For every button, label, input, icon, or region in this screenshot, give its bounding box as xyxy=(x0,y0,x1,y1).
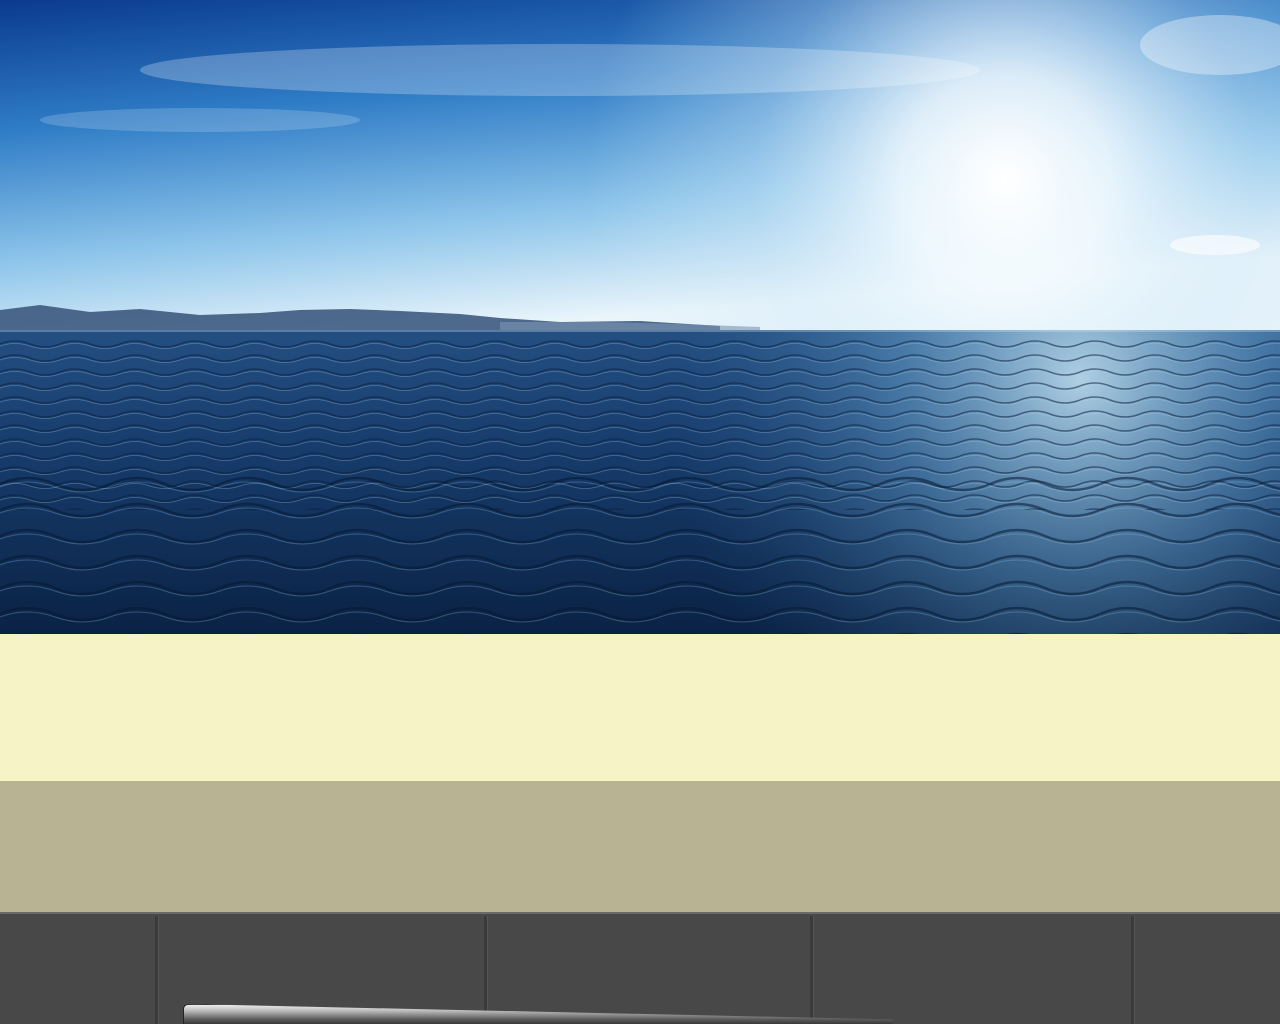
seascape-banner-image xyxy=(0,0,1280,634)
taskbar-cell-5[interactable] xyxy=(1135,914,1280,1024)
seascape-image-icon xyxy=(0,0,1280,634)
page xyxy=(0,0,1280,1024)
taskbar-cell-1[interactable] xyxy=(0,914,155,1024)
taskbar-cell-3[interactable] xyxy=(488,914,810,1024)
khaki-band xyxy=(0,781,1280,912)
cream-band xyxy=(0,634,1280,781)
taskbar-cell-4[interactable] xyxy=(814,914,1131,1024)
